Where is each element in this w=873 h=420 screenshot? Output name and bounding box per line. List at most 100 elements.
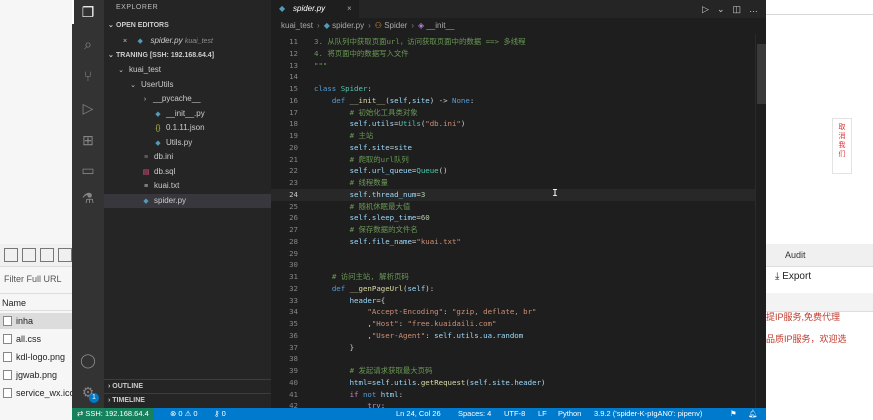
code-line[interactable]: 16 def __init__(self,site) -> None: <box>271 95 766 107</box>
code-editor[interactable]: 11 3. 从队列中获取页面url，访问获取页面中的数据 ==> 多线程 12 4. … <box>271 34 766 408</box>
filter-url-input[interactable]: Filter Full URL <box>4 274 62 284</box>
code-line[interactable]: 24 self.thread_num=3 <box>271 188 766 201</box>
search-icon[interactable]: ⌕ <box>80 36 96 52</box>
audit-tab[interactable]: Audit <box>785 250 806 260</box>
tree-item[interactable]: ⌄ UserUtils <box>104 78 271 92</box>
source-control-icon[interactable]: ⑂ <box>80 68 96 84</box>
code-line[interactable]: 41 if not html: <box>271 389 766 401</box>
code-line[interactable]: 11 3. 从队列中获取页面url，访问获取页面中的数据 ==> 多线程 <box>271 36 766 48</box>
tree-item[interactable]: ◆ spider.py <box>104 193 271 208</box>
code-line[interactable]: 38 <box>271 353 766 365</box>
breadcrumb-class[interactable]: Spider <box>384 21 407 30</box>
tree-item[interactable]: ◆ Utils.py <box>104 136 271 150</box>
code-line[interactable]: 22 self.url_queue=Queue() <box>271 165 766 177</box>
open-editor-item[interactable]: × ◆ spider.py kuai_test <box>104 34 287 48</box>
remote-indicator[interactable]: ⇄ SSH: 192.168.64.4 <box>72 408 154 420</box>
search-icon[interactable] <box>58 248 72 262</box>
code-line[interactable]: 30 <box>271 259 766 271</box>
indentation[interactable]: Spaces: 4 <box>458 408 491 420</box>
floating-side-button[interactable]: 取 消 我 们 <box>832 118 852 174</box>
code-line[interactable]: 34 "Accept-Encoding": "gzip, deflate, br… <box>271 306 766 318</box>
name-column-header[interactable]: Name <box>0 293 72 311</box>
explorer-icon[interactable]: ❐ <box>80 4 96 20</box>
tab-label: spider.py <box>293 4 326 13</box>
tree-item[interactable]: {} 0.1.11.json <box>104 121 271 135</box>
open-editors-header[interactable]: ⌄ OPEN EDITORS <box>104 19 271 33</box>
tree-item[interactable]: › __pycache__ <box>104 92 271 106</box>
cursor-position[interactable]: Ln 24, Col 26 <box>396 408 441 420</box>
line-ending[interactable]: LF <box>538 408 547 420</box>
code-line[interactable]: 27 # 保存数据的文件名 <box>271 224 766 236</box>
tree-item[interactable]: ≡ db.ini <box>104 150 271 164</box>
close-icon[interactable]: × <box>120 35 130 49</box>
code-line[interactable]: 32 def __genPageUrl(self): <box>271 283 766 295</box>
ports-indicator[interactable]: ⚷ 0 <box>214 408 226 420</box>
code-line[interactable]: 20 self.site=site <box>271 142 766 154</box>
more-icon[interactable]: … <box>749 4 758 14</box>
editor-scrollbar[interactable] <box>755 34 766 408</box>
run-debug-icon[interactable]: ▷ <box>80 100 96 116</box>
tree-item[interactable]: ▤ db.sql <box>104 165 271 179</box>
code-line[interactable]: 25 # 随机休眠最大值 <box>271 201 766 213</box>
network-request-row[interactable]: service_wx.ico <box>0 385 72 401</box>
code-token: self <box>349 166 368 176</box>
code-line[interactable]: 15 class Spider: <box>271 83 766 95</box>
split-editor-icon[interactable]: ◫ <box>732 4 741 14</box>
network-request-row[interactable]: inha <box>0 313 72 329</box>
extensions-icon[interactable]: ⊞ <box>80 132 96 148</box>
code-line[interactable]: 36 ,"User-Agent": self.utils.ua.random <box>271 330 766 342</box>
remote-explorer-icon[interactable]: ▭ <box>80 162 96 178</box>
tree-item[interactable]: ≡ kuai.txt <box>104 179 271 193</box>
code-line[interactable]: 14 <box>271 71 766 83</box>
network-request-row[interactable]: kdl-logo.png <box>0 349 72 365</box>
code-token: self <box>389 95 408 105</box>
tree-item[interactable]: ⌄ kuai_test <box>104 63 271 77</box>
code-line[interactable]: 31 # 访问主站, 解析页码 <box>271 271 766 283</box>
notifications-bell-icon[interactable]: 🔔︎ <box>748 408 758 420</box>
code-line[interactable]: 13 """ <box>271 60 766 72</box>
export-button[interactable]: ⤓ Export <box>775 271 811 282</box>
problems-indicator[interactable]: ⊗ 0 ⚠ 0 <box>170 408 198 420</box>
breadcrumb-file[interactable]: spider.py <box>332 21 364 30</box>
code-line[interactable]: 37 } <box>271 342 766 354</box>
network-request-row[interactable]: jgwab.png <box>0 367 72 383</box>
language-mode[interactable]: Python <box>558 408 581 420</box>
network-request-row[interactable]: all.css <box>0 331 72 347</box>
code-line[interactable]: 42 try: <box>271 400 766 408</box>
encoding[interactable]: UTF-8 <box>504 408 525 420</box>
outline-section[interactable]: › OUTLINE <box>104 379 271 393</box>
code-line[interactable]: 39 # 发起请求获取最大页码 <box>271 365 766 377</box>
breadcrumb-folder[interactable]: kuai_test <box>281 21 313 30</box>
code-line[interactable]: 12 4. 将页面中的数据写入文件 <box>271 48 766 60</box>
scrollbar-thumb[interactable] <box>757 44 766 104</box>
code-line[interactable]: 28 self.file_name="kuai.txt" <box>271 236 766 248</box>
timeline-section[interactable]: › TIMELINE <box>104 393 271 407</box>
filter-icon[interactable] <box>40 248 54 262</box>
record-icon[interactable] <box>4 248 18 262</box>
workspace-header[interactable]: ⌄ TRANING [SSH: 192.168.64.4] <box>104 49 271 63</box>
code-line[interactable]: 18 self.utils=Utils("db.ini") <box>271 118 766 130</box>
code-line[interactable]: 21 # 爬取的url队列 <box>271 154 766 166</box>
code-line[interactable]: 26 self.sleep_time=60 <box>271 212 766 224</box>
code-token: , <box>314 319 372 328</box>
code-line[interactable]: 33 header={ <box>271 295 766 307</box>
code-line[interactable]: 17 # 初始化工具类对象 <box>271 107 766 119</box>
chevron-down-icon[interactable]: ⌄ <box>717 4 725 14</box>
run-icon[interactable]: ▷ <box>702 4 709 14</box>
code-line[interactable]: 29 <box>271 248 766 260</box>
tab-spider-py[interactable]: ◆ spider.py × <box>271 0 359 18</box>
close-icon[interactable]: × <box>347 0 352 18</box>
account-icon[interactable]: ◯ <box>80 352 96 368</box>
code-line[interactable]: 23 # 线程数量 <box>271 177 766 189</box>
testing-icon[interactable]: ⚗ <box>80 190 96 206</box>
feedback-icon[interactable]: ⚑ <box>730 408 737 420</box>
code-line[interactable]: 35 ,"Host": "free.kuaidaili.com" <box>271 318 766 330</box>
line-number: 32 <box>289 283 298 293</box>
clear-icon[interactable] <box>22 248 36 262</box>
code-line[interactable]: 40 html=self.utils.getRequest(self.site.… <box>271 377 766 389</box>
code-line[interactable]: 19 # 主站 <box>271 130 766 142</box>
python-interpreter[interactable]: 3.9.2 ('spider-K-pIgAN0': pipenv) <box>594 408 702 420</box>
tree-item[interactable]: ◆ __init__.py <box>104 107 271 121</box>
breadcrumb-method[interactable]: __init__ <box>426 21 454 30</box>
